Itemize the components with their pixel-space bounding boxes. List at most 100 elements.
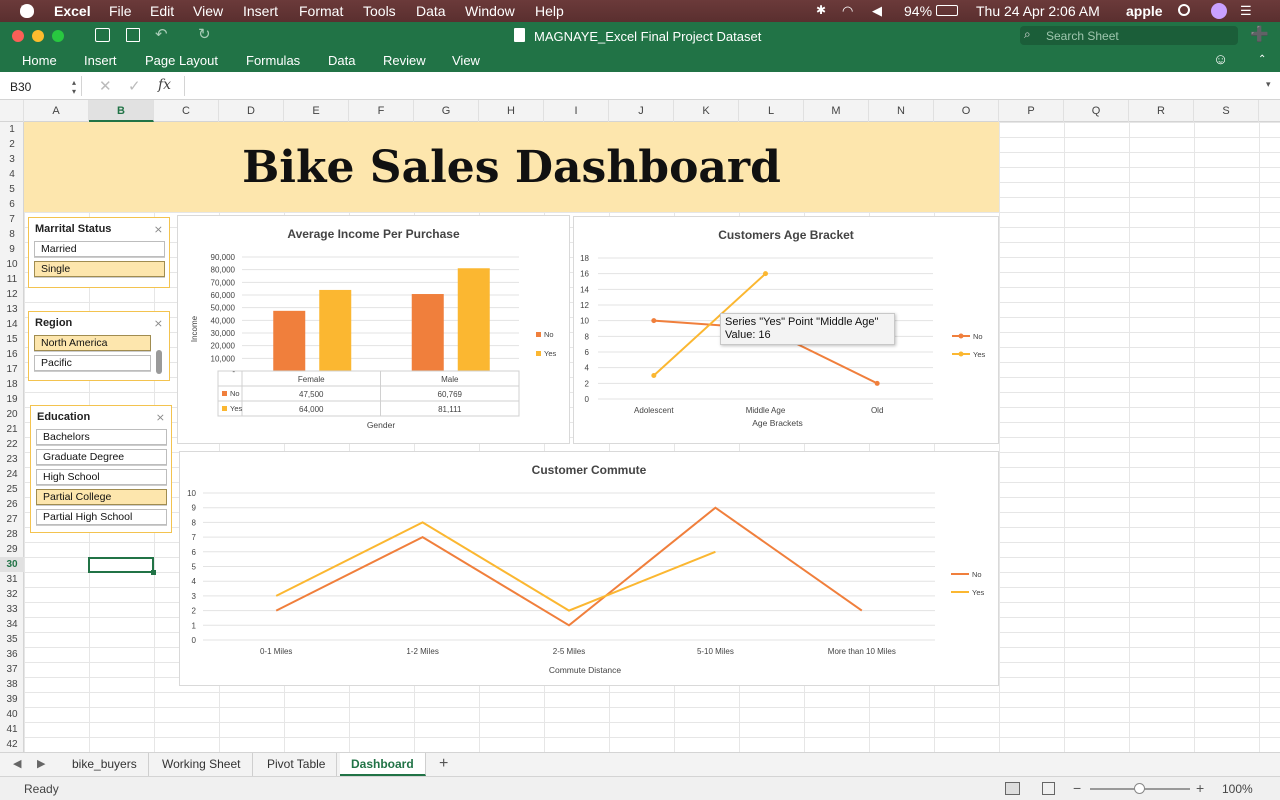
prev-sheet-icon[interactable]: ◀	[13, 757, 21, 770]
row-header[interactable]: 25	[0, 482, 24, 497]
bluetooth-icon[interactable]: ✱	[816, 3, 826, 17]
menu-view[interactable]: View	[193, 3, 223, 19]
row-header[interactable]: 29	[0, 542, 24, 557]
zoom-out-icon[interactable]: −	[1073, 780, 1081, 796]
sheet-tab-dashboard[interactable]: Dashboard	[340, 753, 426, 776]
tab-data[interactable]: Data	[328, 53, 355, 68]
row-header[interactable]: 27	[0, 512, 24, 527]
row-header[interactable]: 36	[0, 647, 24, 662]
slicer-item-married[interactable]: Married	[34, 241, 165, 257]
row-header[interactable]: 33	[0, 602, 24, 617]
slicer-item-partial-high-school[interactable]: Partial High School	[36, 509, 167, 525]
column-header[interactable]: S	[1194, 100, 1259, 122]
slicer-item-bachelors[interactable]: Bachelors	[36, 429, 167, 445]
row-header[interactable]: 2	[0, 137, 24, 152]
normal-view-icon[interactable]	[1005, 782, 1020, 795]
spotlight-search-icon[interactable]	[1178, 4, 1190, 16]
row-header[interactable]: 31	[0, 572, 24, 587]
menu-edit[interactable]: Edit	[150, 3, 174, 19]
slicer-item-single[interactable]: Single	[34, 261, 165, 277]
row-header[interactable]: 39	[0, 692, 24, 707]
wifi-icon[interactable]: ◠	[842, 3, 853, 19]
close-window-button[interactable]	[12, 30, 24, 42]
column-header[interactable]: D	[219, 100, 284, 122]
column-header[interactable]: G	[414, 100, 479, 122]
column-header[interactable]: L	[739, 100, 804, 122]
row-header[interactable]: 15	[0, 332, 24, 347]
sheet-tab-bike-buyers[interactable]: bike_buyers	[61, 753, 149, 776]
column-header[interactable]: F	[349, 100, 414, 122]
menu-format[interactable]: Format	[299, 3, 343, 19]
menu-window[interactable]: Window	[465, 3, 515, 19]
row-header[interactable]: 7	[0, 212, 24, 227]
tab-home[interactable]: Home	[22, 53, 57, 68]
row-header[interactable]: 32	[0, 587, 24, 602]
row-header[interactable]: 5	[0, 182, 24, 197]
save-icon[interactable]	[126, 28, 140, 42]
column-header[interactable]: I	[544, 100, 609, 122]
clear-filter-icon[interactable]: ⨯	[156, 411, 165, 424]
ribbon-collapse-icon[interactable]: ⌃	[1258, 54, 1266, 65]
select-all-corner[interactable]	[0, 100, 24, 122]
zoom-slider-thumb[interactable]	[1134, 783, 1145, 794]
volume-icon[interactable]: ◀	[872, 3, 882, 19]
zoom-window-button[interactable]	[52, 30, 64, 42]
column-header[interactable]: R	[1129, 100, 1194, 122]
page-layout-view-icon[interactable]	[1042, 782, 1055, 795]
tab-insert[interactable]: Insert	[84, 53, 117, 68]
smiley-feedback-icon[interactable]: ☺	[1213, 51, 1228, 68]
row-header[interactable]: 24	[0, 467, 24, 482]
selected-cell[interactable]	[88, 557, 154, 573]
chart-customer-commute[interactable]: Customer Commute 0 1 2 3 4 5 6 7 8 9 10 0-1 Miles 1-…	[179, 451, 999, 686]
clear-filter-icon[interactable]: ⨯	[154, 317, 163, 330]
name-box-stepper-icon[interactable]: ▴ ▾	[72, 78, 76, 96]
row-header[interactable]: 6	[0, 197, 24, 212]
fill-handle[interactable]	[151, 570, 156, 575]
row-header[interactable]: 13	[0, 302, 24, 317]
app-menu[interactable]: Excel	[54, 3, 91, 19]
formula-expand-icon[interactable]: ▾	[1266, 79, 1271, 90]
row-header[interactable]: 34	[0, 617, 24, 632]
menu-file[interactable]: File	[109, 3, 132, 19]
confirm-icon[interactable]: ✓	[128, 77, 141, 95]
cancel-icon[interactable]: ✕	[99, 77, 112, 95]
search-sheet-field[interactable]: ⌕ Search Sheet	[1020, 26, 1238, 45]
row-header[interactable]: 17	[0, 362, 24, 377]
row-header[interactable]: 3	[0, 152, 24, 167]
row-header[interactable]: 19	[0, 392, 24, 407]
row-header[interactable]: 1	[0, 122, 24, 137]
undo-icon[interactable]: ↶	[155, 25, 168, 43]
zoom-level[interactable]: 100%	[1222, 782, 1253, 796]
battery-icon[interactable]	[936, 5, 958, 16]
row-header[interactable]: 40	[0, 707, 24, 722]
column-header[interactable]: O	[934, 100, 999, 122]
tab-formulas[interactable]: Formulas	[246, 53, 300, 68]
row-header[interactable]: 35	[0, 632, 24, 647]
column-header[interactable]: K	[674, 100, 739, 122]
column-header[interactable]: J	[609, 100, 674, 122]
row-header[interactable]: 9	[0, 242, 24, 257]
chart-average-income[interactable]: Average Income Per Purchase -10,000 20,00…	[177, 215, 570, 444]
sheet-tab-pivot-table[interactable]: Pivot Table	[256, 753, 338, 776]
chart-age-bracket[interactable]: Customers Age Bracket 0 2 4 6 8 10 12 14 16 18 Ado…	[573, 216, 999, 444]
row-header[interactable]: 42	[0, 737, 24, 752]
redo-icon[interactable]: ↻	[198, 25, 211, 43]
row-header[interactable]: 30	[0, 557, 24, 572]
formula-input[interactable]	[184, 76, 1264, 96]
user-menu[interactable]: apple	[1126, 3, 1163, 19]
column-header[interactable]: P	[999, 100, 1064, 122]
row-header[interactable]: 26	[0, 497, 24, 512]
row-header[interactable]: 20	[0, 407, 24, 422]
menu-insert[interactable]: Insert	[243, 3, 278, 19]
clock[interactable]: Thu 24 Apr 2:06 AM	[976, 3, 1100, 19]
row-header[interactable]: 21	[0, 422, 24, 437]
zoom-in-icon[interactable]: +	[1196, 780, 1204, 796]
row-header[interactable]: 38	[0, 677, 24, 692]
share-person-icon[interactable]: ➕	[1250, 25, 1269, 43]
sheet-tab-working-sheet[interactable]: Working Sheet	[151, 753, 253, 776]
add-sheet-button[interactable]: +	[439, 755, 448, 773]
row-header[interactable]: 28	[0, 527, 24, 542]
minimize-window-button[interactable]	[32, 30, 44, 42]
insert-function-icon[interactable]: fx	[158, 77, 171, 93]
slicer-item-high-school[interactable]: High School	[36, 469, 167, 485]
